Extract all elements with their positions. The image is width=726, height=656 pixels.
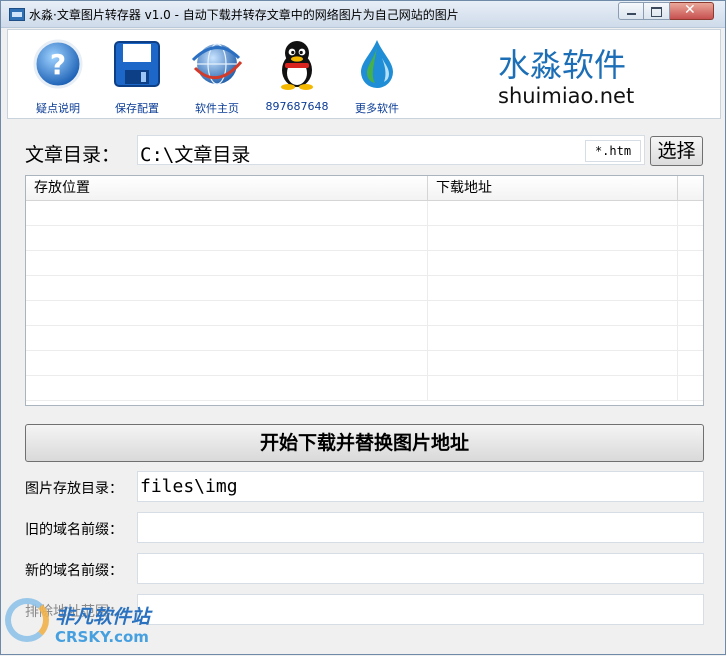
close-button[interactable]: ✕ <box>670 2 714 20</box>
watermark-icon <box>5 598 49 642</box>
minimize-button[interactable] <box>618 2 644 20</box>
save-config-label: 保存配置 <box>115 102 159 115</box>
qq-icon <box>281 41 313 90</box>
list-header: 存放位置 下载地址 <box>26 176 703 201</box>
watermark-text-en: CRSKY.com <box>55 628 149 646</box>
window-title: 水淼·文章图片转存器 v1.0 - 自动下载并转存文章中的网络图片为自己网站的图… <box>29 8 459 22</box>
choose-button[interactable]: 选择 <box>650 136 703 166</box>
start-download-button[interactable]: 开始下载并替换图片地址 <box>25 424 704 462</box>
help-icon: ? <box>33 39 83 89</box>
file-list[interactable]: 存放位置 下载地址 <box>25 175 704 406</box>
image-dir-input[interactable]: files\img <box>137 471 704 502</box>
article-dir-label: 文章目录： <box>25 144 121 166</box>
exclude-range-input[interactable] <box>137 594 704 625</box>
column-header-empty[interactable] <box>678 176 703 200</box>
water-drop-icon <box>361 40 393 88</box>
globe-icon <box>191 43 243 85</box>
old-prefix-input[interactable] <box>137 512 704 543</box>
article-dir-value: C:\文章目录 <box>140 144 251 166</box>
list-row[interactable] <box>26 351 703 376</box>
qq-label: 897687648 <box>265 100 329 113</box>
svg-text:?: ? <box>50 48 66 81</box>
homepage-label: 软件主页 <box>195 102 239 115</box>
list-row[interactable] <box>26 301 703 326</box>
new-prefix-label: 新的域名前缀： <box>25 563 123 579</box>
save-icon <box>114 41 160 87</box>
list-row[interactable] <box>26 201 703 226</box>
list-row[interactable] <box>26 326 703 351</box>
more-software-label: 更多软件 <box>355 102 399 115</box>
homepage-button[interactable]: 软件主页 <box>177 34 257 116</box>
maximize-icon <box>651 7 662 17</box>
save-config-button[interactable]: 保存配置 <box>97 34 177 116</box>
column-header-download-url[interactable]: 下载地址 <box>428 176 678 200</box>
file-extension-input[interactable]: *.htm <box>585 140 641 162</box>
app-window: 水淼·文章图片转存器 v1.0 - 自动下载并转存文章中的网络图片为自己网站的图… <box>0 0 726 655</box>
minimize-icon <box>627 13 636 15</box>
qq-button[interactable]: 897687648 <box>257 34 337 116</box>
list-row[interactable] <box>26 226 703 251</box>
toolbar: ? 疑点说明 保存配置 软件主页 897687648 更多软件 水淼软件 shu… <box>7 29 721 119</box>
old-prefix-label: 旧的域名前缀： <box>25 522 123 538</box>
more-software-button[interactable]: 更多软件 <box>337 34 417 116</box>
maximize-button[interactable] <box>644 2 670 20</box>
image-dir-label: 图片存放目录： <box>25 481 123 497</box>
watermark-text-cn: 非凡软件站 <box>55 606 151 628</box>
close-icon: ✕ <box>684 2 696 18</box>
help-label: 疑点说明 <box>36 102 80 115</box>
brand-name: 水淼软件 <box>498 46 627 84</box>
watermark-logo: 非凡软件站 CRSKY.com <box>1 594 171 656</box>
new-prefix-input[interactable] <box>137 553 704 584</box>
brand-url: shuimiao.net <box>498 84 635 108</box>
list-row[interactable] <box>26 376 703 401</box>
title-bar[interactable]: 水淼·文章图片转存器 v1.0 - 自动下载并转存文章中的网络图片为自己网站的图… <box>1 1 725 28</box>
app-icon <box>9 8 25 21</box>
list-row[interactable] <box>26 276 703 301</box>
article-dir-input[interactable]: C:\文章目录 <box>137 135 645 166</box>
column-header-location[interactable]: 存放位置 <box>26 176 428 200</box>
help-button[interactable]: ? 疑点说明 <box>18 34 98 116</box>
list-row[interactable] <box>26 251 703 276</box>
